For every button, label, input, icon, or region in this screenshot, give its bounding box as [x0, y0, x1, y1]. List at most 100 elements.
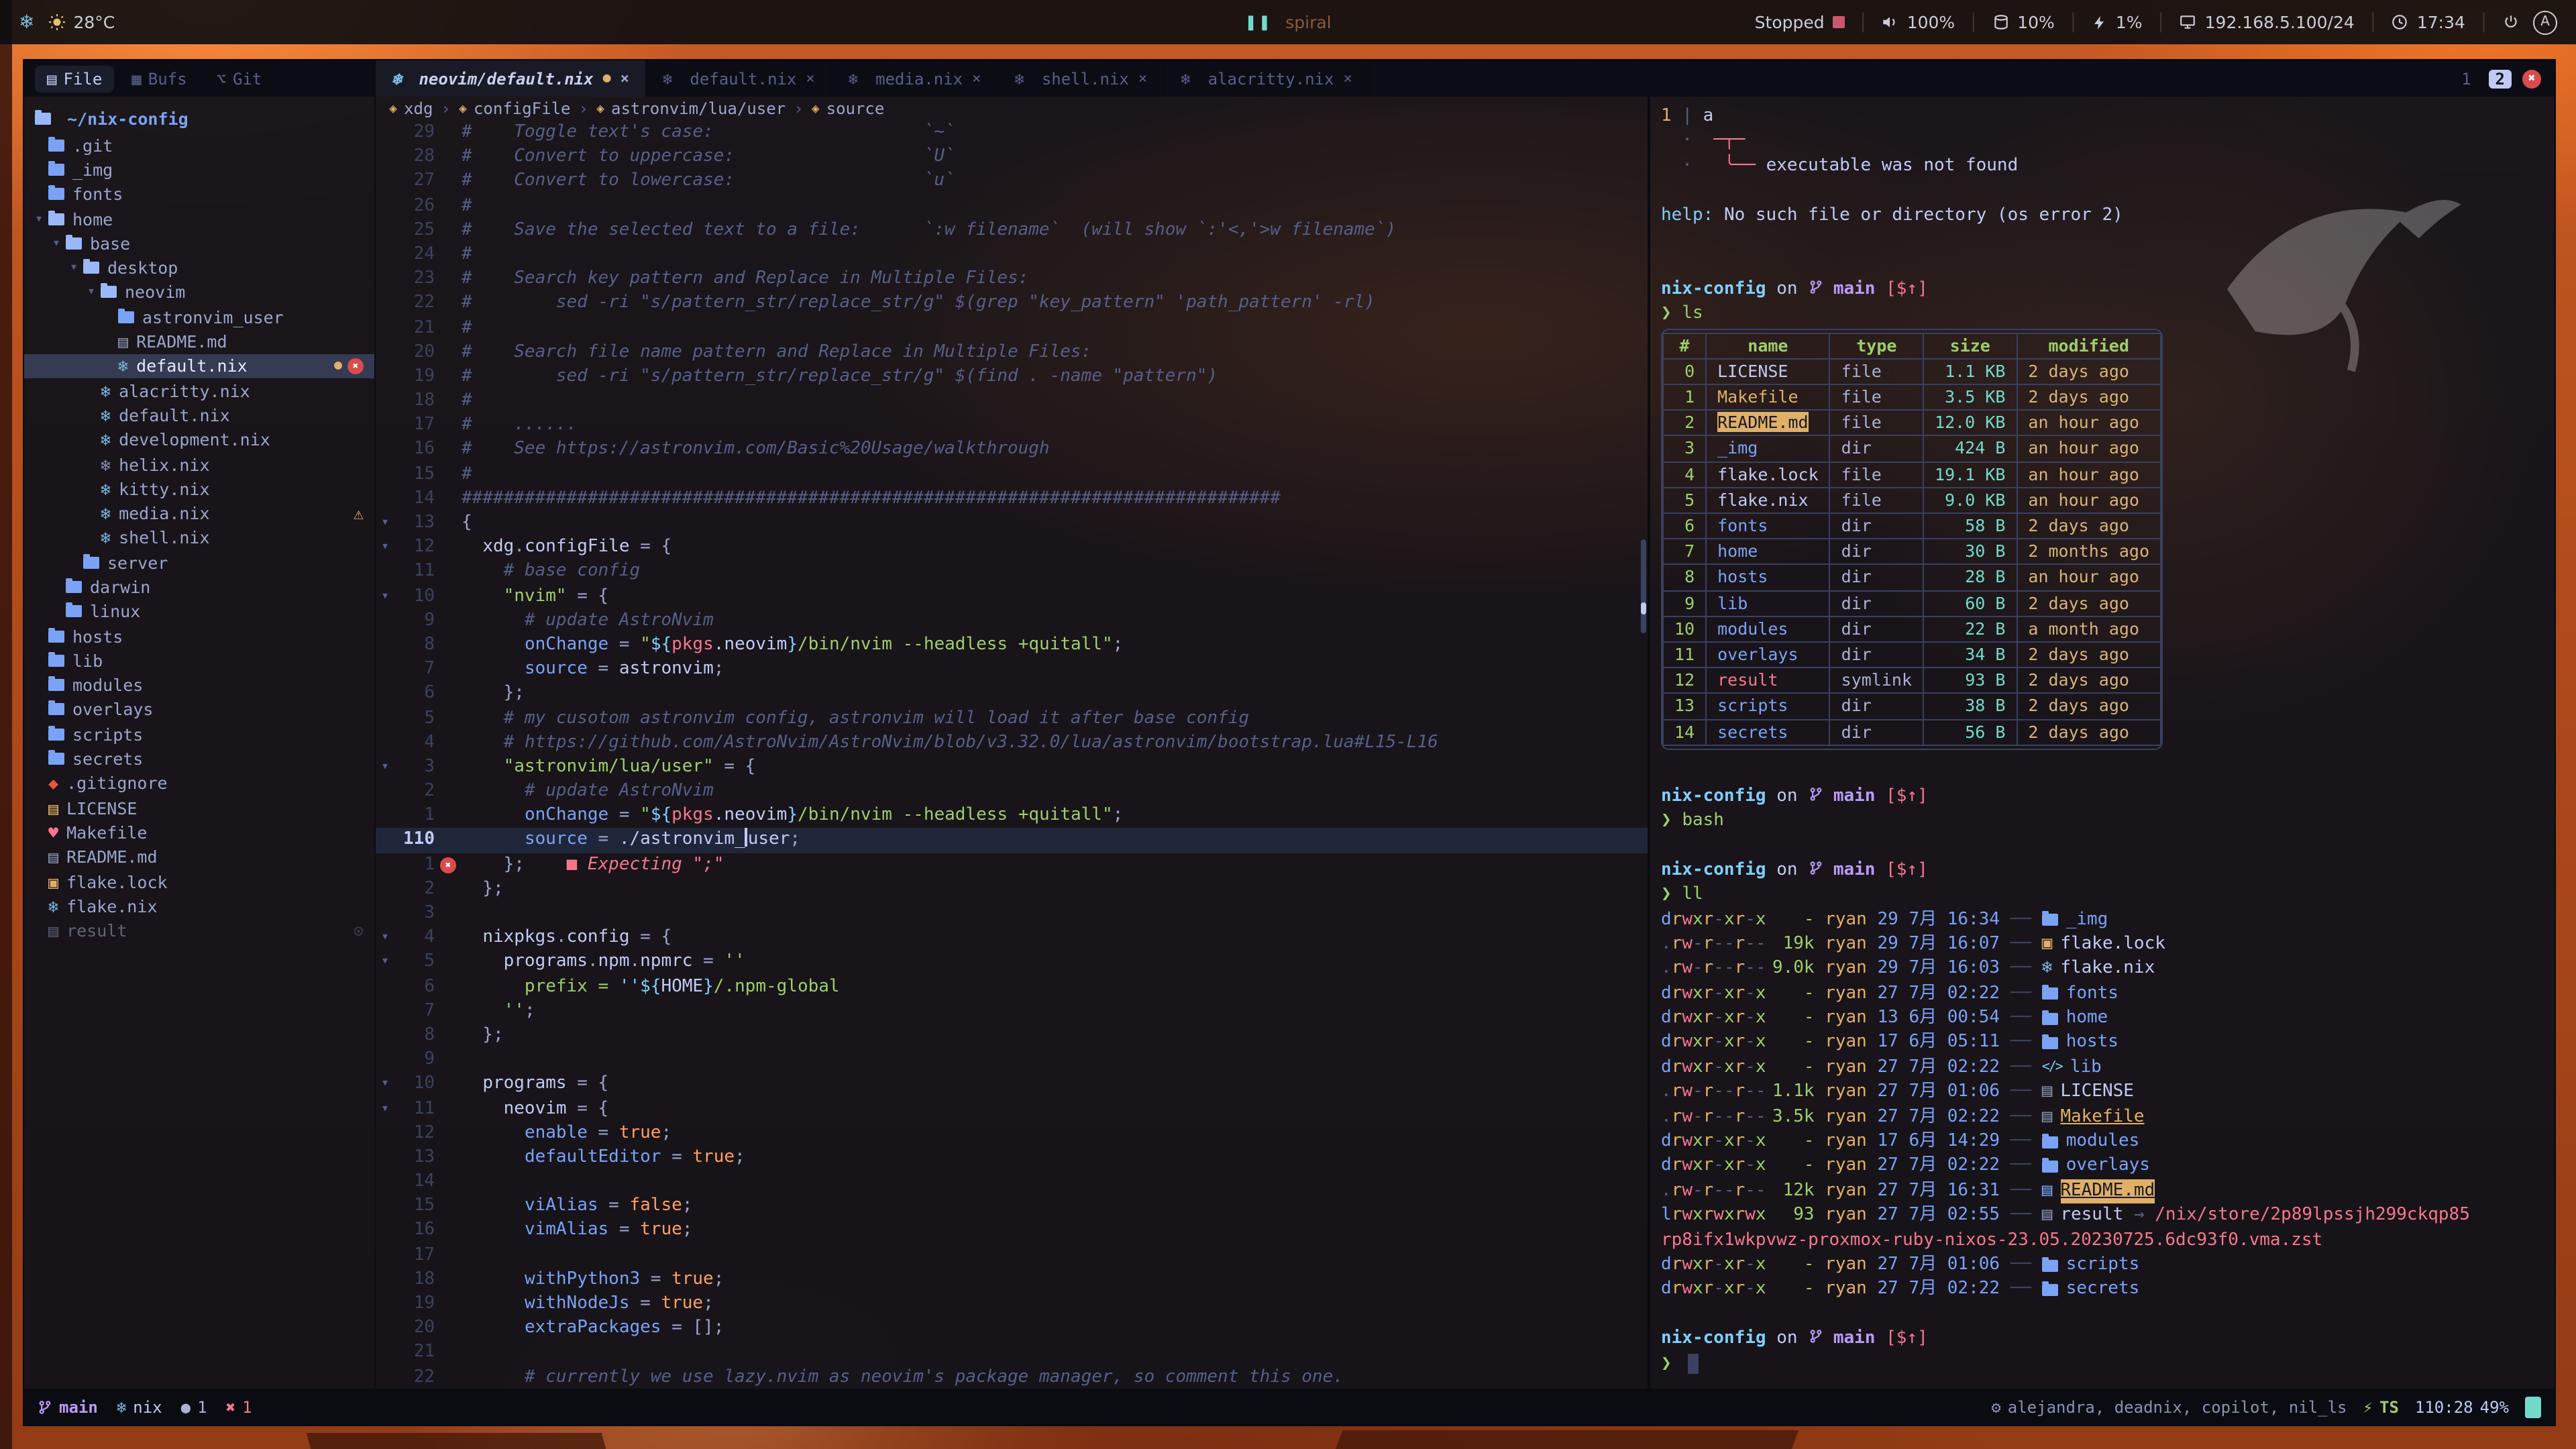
editor-pane[interactable]: ◈xdg›◈configFile›◈astronvim/lua/user›◈so…: [376, 97, 1648, 1389]
breadcrumb-item[interactable]: ◈configFile: [459, 99, 571, 118]
tree-item[interactable]: ▤result⊙: [24, 918, 374, 943]
code-line[interactable]: ▾3 "astronvim/lua/user" = {: [376, 755, 1648, 780]
tree-root[interactable]: ~/nix-config: [24, 103, 374, 133]
code-line[interactable]: 23# Search key pattern and Replace in Mu…: [376, 267, 1648, 291]
code-line[interactable]: 9: [376, 1048, 1648, 1072]
command-line[interactable]: ❯ bash: [1661, 809, 2555, 834]
code-line[interactable]: 110 source = ./astronvim_user;: [376, 828, 1648, 853]
tree-item[interactable]: modules: [24, 673, 374, 698]
code-line[interactable]: ▾13{: [376, 511, 1648, 535]
code-line[interactable]: 20 extraPackages = [];: [376, 1316, 1648, 1340]
code-line[interactable]: 24#: [376, 243, 1648, 267]
code-line[interactable]: 15#: [376, 462, 1648, 486]
source-tab-file[interactable]: ▤File: [35, 65, 114, 92]
code-line[interactable]: 11 # base config: [376, 560, 1648, 584]
code-line[interactable]: 21: [376, 1341, 1648, 1365]
tree-item[interactable]: ❄media.nix⚠: [24, 501, 374, 526]
tree-item[interactable]: ▤README.md: [24, 329, 374, 354]
buffer-tab[interactable]: ❄default.nix×: [647, 60, 833, 97]
tree-item[interactable]: darwin: [24, 575, 374, 600]
code-line[interactable]: 29# Toggle text's case: `~`: [376, 121, 1648, 145]
tree-item[interactable]: ❄shell.nix: [24, 526, 374, 551]
tree-item[interactable]: _img: [24, 158, 374, 182]
tree-item[interactable]: scripts: [24, 722, 374, 747]
tree-item[interactable]: ▾home: [24, 207, 374, 231]
command-line[interactable]: ❯ ls: [1661, 302, 2555, 327]
power-module[interactable]: [2502, 13, 2520, 31]
code-line[interactable]: 8 };: [376, 1024, 1648, 1048]
code-line[interactable]: 1✖ }; ■ Expecting ";": [376, 853, 1648, 877]
code-line[interactable]: 6 prefix = ''${HOME}/.npm-global: [376, 975, 1648, 999]
code-line[interactable]: 28# Convert to uppercase: `U`: [376, 145, 1648, 169]
tree-item[interactable]: linux: [24, 599, 374, 624]
buffer-tab[interactable]: ❄shell.nix×: [998, 60, 1165, 97]
tree-item[interactable]: hosts: [24, 624, 374, 649]
close-icon[interactable]: ×: [621, 70, 629, 87]
code-line[interactable]: 2 };: [376, 877, 1648, 902]
tree-item[interactable]: ❄development.nix: [24, 427, 374, 452]
code-line[interactable]: 12 enable = true;: [376, 1121, 1648, 1145]
code-line[interactable]: 8 onChange = "${pkgs.neovim}/bin/nvim --…: [376, 633, 1648, 657]
code-line[interactable]: 18#: [376, 389, 1648, 413]
code-line[interactable]: 27# Convert to lowercase: `u`: [376, 170, 1648, 194]
code-line[interactable]: 18 withPython3 = true;: [376, 1268, 1648, 1292]
source-tab-bufs[interactable]: ▦Bufs: [119, 65, 199, 92]
pause-icon[interactable]: ❚❚: [1244, 13, 1272, 31]
code-line[interactable]: ▾11 neovim = {: [376, 1097, 1648, 1121]
breadcrumb-item[interactable]: ◈source: [812, 99, 885, 118]
code-line[interactable]: 21#: [376, 316, 1648, 340]
code-line[interactable]: 16 vimAlias = true;: [376, 1219, 1648, 1243]
tree-item[interactable]: ▾neovim: [24, 280, 374, 305]
buffer-tab[interactable]: ❄alacritty.nix×: [1165, 60, 1370, 97]
code-line[interactable]: 2 # update AstroNvim: [376, 780, 1648, 804]
tree-item[interactable]: .git: [24, 133, 374, 158]
tree-item[interactable]: ❄kitty.nix: [24, 476, 374, 501]
tabpage-1[interactable]: 1: [2455, 69, 2477, 88]
tree-item[interactable]: overlays: [24, 698, 374, 722]
code-line[interactable]: ▾4 nixpkgs.config = {: [376, 926, 1648, 950]
tree-item[interactable]: server: [24, 550, 374, 575]
code-area[interactable]: 29# Toggle text's case: `~`28# Convert t…: [376, 121, 1648, 1389]
volume-module[interactable]: 100%: [1882, 12, 1955, 32]
code-line[interactable]: 4 # https://github.com/AstroNvim/AstroNv…: [376, 731, 1648, 755]
code-line[interactable]: ▾12 xdg.configFile = {: [376, 535, 1648, 559]
scrollbar[interactable]: [1641, 177, 1646, 1081]
buffer-tab[interactable]: ❄neovim/default.nix●×: [376, 60, 647, 97]
code-line[interactable]: 17: [376, 1243, 1648, 1267]
tree-item[interactable]: ◆.gitignore: [24, 771, 374, 796]
code-line[interactable]: 6 };: [376, 682, 1648, 706]
tree-item[interactable]: ❄alacritty.nix: [24, 378, 374, 403]
code-line[interactable]: ▾10 "nvim" = {: [376, 584, 1648, 608]
close-icon[interactable]: ×: [806, 70, 814, 87]
code-line[interactable]: 16# See https://astronvim.com/Basic%20Us…: [376, 438, 1648, 462]
command-line[interactable]: ❯ ll: [1661, 883, 2555, 908]
tree-item[interactable]: ▾desktop: [24, 256, 374, 280]
code-line[interactable]: 25# Save the selected text to a file: `:…: [376, 219, 1648, 243]
code-line[interactable]: 14: [376, 1170, 1648, 1194]
tree-item[interactable]: ❄flake.nix: [24, 894, 374, 918]
code-line[interactable]: ▾5 programs.npm.npmrc = '': [376, 951, 1648, 975]
code-line[interactable]: 19# sed -ri "s/pattern_str/replace_str/g…: [376, 365, 1648, 389]
tree-item[interactable]: ♥Makefile: [24, 820, 374, 845]
breadcrumb-item[interactable]: ◈astronvim/lua/user: [596, 99, 786, 118]
code-line[interactable]: 7 '';: [376, 1000, 1648, 1024]
network-module[interactable]: 192.168.5.100/24: [2180, 12, 2355, 32]
code-line[interactable]: 22# sed -ri "s/pattern_str/replace_str/g…: [376, 292, 1648, 316]
code-line[interactable]: 9 # update AstroNvim: [376, 609, 1648, 633]
tree-item[interactable]: ▤LICENSE: [24, 796, 374, 820]
code-line[interactable]: 15 viAlias = false;: [376, 1195, 1648, 1219]
tree-item[interactable]: ▤README.md: [24, 845, 374, 869]
terminal-pane[interactable]: 1 | a · ─┬─ · ╰── executable was not fou…: [1648, 97, 2555, 1389]
tree-item[interactable]: ▾base: [24, 231, 374, 256]
code-line[interactable]: 14######################################…: [376, 487, 1648, 511]
code-line[interactable]: 3: [376, 902, 1648, 926]
code-line[interactable]: 7 source = astronvim;: [376, 657, 1648, 682]
command-line[interactable]: ❯: [1661, 1352, 2555, 1377]
source-tab-git[interactable]: ⌥Git: [205, 65, 274, 92]
code-line[interactable]: 5 # my cusotom astronvim config, astronv…: [376, 706, 1648, 731]
player-status-module[interactable]: Stopped: [1755, 12, 1845, 32]
code-line[interactable]: 17# ......: [376, 414, 1648, 438]
cpu-module[interactable]: 1%: [2092, 12, 2143, 32]
tree-item[interactable]: lib: [24, 648, 374, 673]
code-line[interactable]: 13 defaultEditor = true;: [376, 1146, 1648, 1170]
